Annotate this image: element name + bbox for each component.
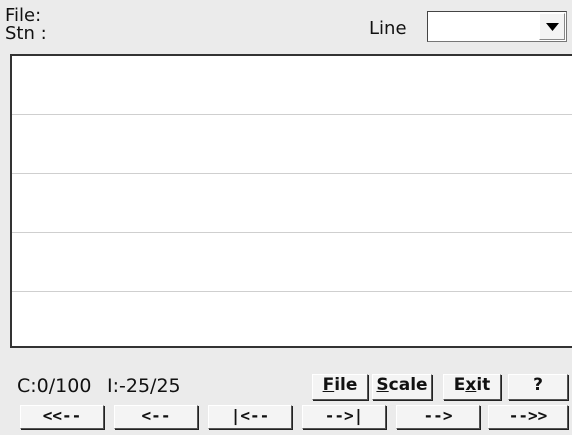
first-page-button[interactable]: <<-- (20, 405, 104, 429)
next-button[interactable]: --> (396, 405, 480, 429)
scale-button[interactable]: Scale (372, 374, 432, 400)
file-mnemonic: F (322, 375, 335, 395)
index-status: I:-25/25 (107, 375, 181, 397)
chevron-down-icon (546, 23, 559, 31)
help-button[interactable]: ? (508, 374, 568, 400)
counter-status: C:0/100 (17, 375, 92, 397)
go-end-button[interactable]: -->| (302, 405, 386, 429)
line-select[interactable] (427, 11, 567, 42)
grid-line (12, 114, 572, 115)
file-label-rest: ile (334, 375, 358, 395)
grid-line (12, 232, 572, 233)
scale-mnemonic: S (376, 375, 389, 395)
grid-line (12, 173, 572, 174)
scale-label-rest: cale (388, 375, 428, 395)
last-page-button[interactable]: -->> (488, 405, 568, 429)
file-menu-button[interactable]: File (312, 374, 368, 400)
exit-label-pre: E (453, 375, 466, 395)
go-start-button[interactable]: |<-- (208, 405, 292, 429)
exit-mnemonic: x (465, 375, 477, 395)
exit-button[interactable]: Exit (443, 374, 501, 400)
plot-area[interactable] (10, 54, 572, 348)
line-dropdown-button[interactable] (539, 13, 565, 40)
prev-button[interactable]: <-- (114, 405, 198, 429)
line-label: Line (369, 18, 407, 39)
exit-label-rest: it (476, 375, 491, 395)
station-label: Stn : (5, 23, 47, 44)
grid-line (12, 291, 572, 292)
